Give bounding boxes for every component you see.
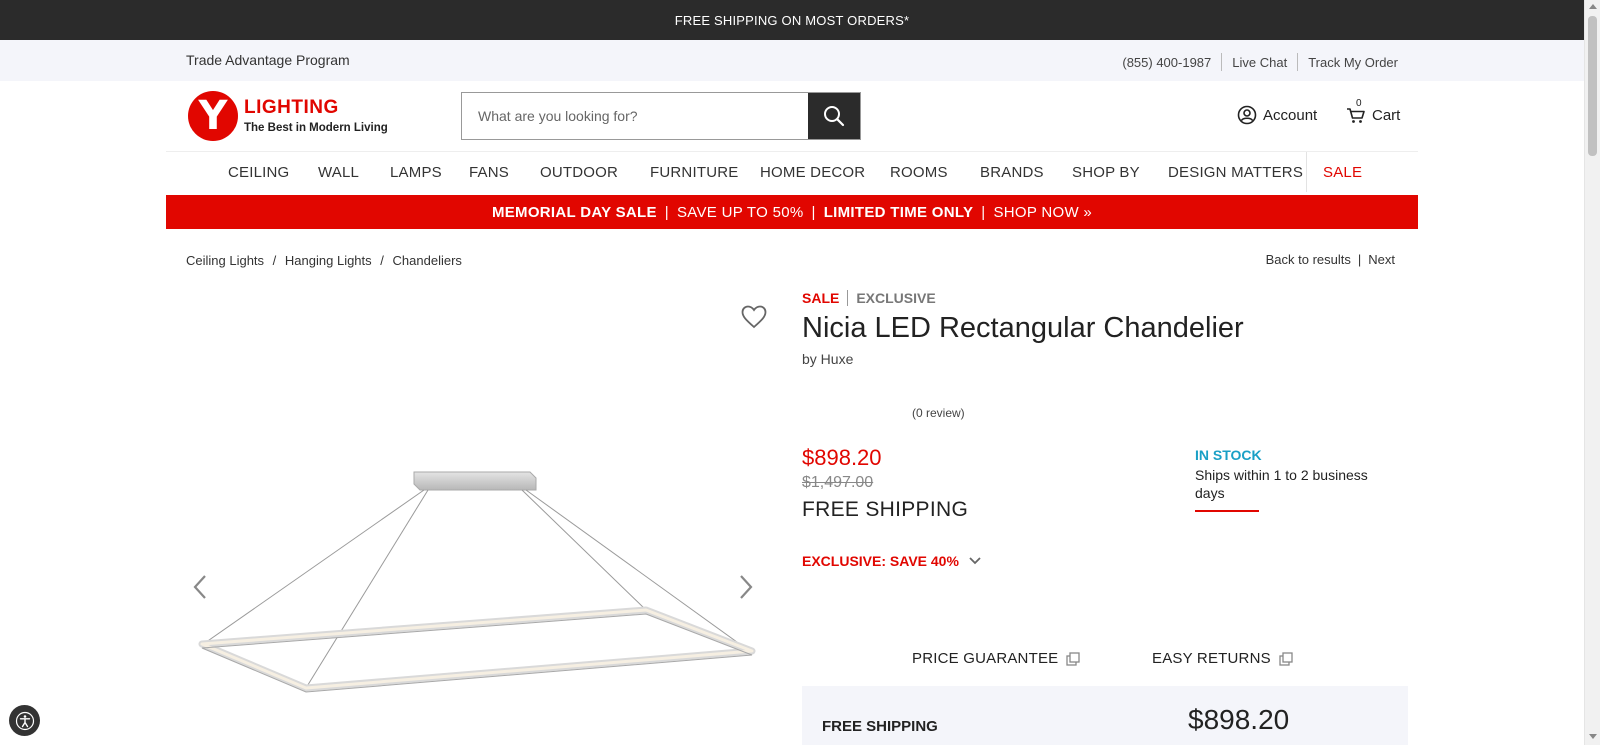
- nav-divider: [1306, 152, 1307, 192]
- nav-item-wall[interactable]: WALL: [318, 164, 359, 181]
- scrollbar-thumb[interactable]: [1588, 16, 1597, 156]
- scroll-down-arrow-icon[interactable]: [1589, 734, 1597, 739]
- memorial-day-promo-banner[interactable]: MEMORIAL DAY SALE | SAVE UP TO 50% | LIM…: [166, 195, 1418, 229]
- nav-item-outdoor[interactable]: OUTDOOR: [540, 164, 618, 181]
- account-link[interactable]: Account: [1237, 105, 1317, 125]
- nav-item-lamps[interactable]: LAMPS: [390, 164, 442, 181]
- cart-count: 0: [1356, 98, 1362, 109]
- breadcrumb-separator: /: [380, 253, 384, 268]
- cart-link[interactable]: 0 Cart: [1346, 98, 1401, 125]
- logo-letter: Y: [198, 93, 228, 139]
- product-tags: SALE EXCLUSIVE: [802, 290, 1408, 306]
- breadcrumb-ceiling-lights[interactable]: Ceiling Lights: [186, 253, 264, 268]
- breadcrumb-chandeliers[interactable]: Chandeliers: [393, 253, 462, 268]
- easy-returns-label: EASY RETURNS: [1152, 650, 1271, 667]
- free-shipping-banner-text: FREE SHIPPING ON MOST ORDERS*: [674, 12, 910, 28]
- promo-divider: |: [981, 203, 986, 221]
- back-to-results-link[interactable]: Back to results: [1266, 252, 1351, 267]
- chevron-down-icon: [969, 557, 981, 565]
- accessibility-icon[interactable]: [9, 705, 40, 736]
- nav-item-brands[interactable]: BRANDS: [980, 164, 1044, 181]
- easy-returns-link[interactable]: EASY RETURNS: [1152, 650, 1293, 667]
- divider: [1221, 53, 1223, 71]
- search-button[interactable]: [808, 93, 860, 139]
- product-image[interactable]: [186, 290, 766, 745]
- ship-time: Ships within 1 to 2 business days: [1195, 467, 1368, 501]
- summary-price: $898.20: [1188, 704, 1290, 735]
- nav-item-shop-by[interactable]: SHOP BY: [1072, 164, 1140, 181]
- search-icon: [824, 106, 845, 127]
- nav-item-fans[interactable]: FANS: [469, 164, 509, 181]
- nav-item-home-decor[interactable]: HOME DECOR: [760, 164, 865, 181]
- promo-discount: SAVE UP TO 50%: [677, 203, 804, 221]
- user-icon: [1237, 105, 1257, 125]
- wishlist-heart-icon[interactable]: [741, 305, 767, 334]
- price-summary-box: FREE SHIPPING $898.20: [802, 686, 1408, 745]
- phone-link[interactable]: (855) 400-1987: [1122, 55, 1211, 70]
- stock-underline: [1195, 510, 1259, 512]
- next-link[interactable]: Next: [1368, 252, 1395, 267]
- site-header: Y LIGHTING The Best in Modern Living Acc…: [0, 81, 1584, 151]
- results-navigation: Back to results | Next: [1266, 252, 1395, 267]
- exclusive-save-label: EXCLUSIVE: SAVE 40%: [802, 553, 959, 569]
- logo-tagline: The Best in Modern Living: [244, 122, 388, 134]
- promo-divider: |: [664, 203, 669, 221]
- exclusive-tag: EXCLUSIVE: [856, 290, 936, 306]
- nav-item-rooms[interactable]: ROOMS: [890, 164, 948, 181]
- logo-name: LIGHTING: [244, 97, 339, 118]
- results-divider: |: [1357, 252, 1362, 267]
- track-order-link[interactable]: Track My Order: [1308, 55, 1398, 70]
- promo-divider: |: [811, 203, 816, 221]
- nav-item-sale[interactable]: SALE: [1323, 164, 1362, 181]
- tag-divider: [847, 290, 849, 306]
- product-info: SALE EXCLUSIVE Nicia LED Rectangular Cha…: [802, 290, 1408, 367]
- search-bar: [461, 92, 861, 140]
- price-guarantee-label: PRICE GUARANTEE: [912, 650, 1059, 667]
- breadcrumb-hanging-lights[interactable]: Hanging Lights: [285, 253, 372, 268]
- sale-price: $898.20: [802, 445, 882, 470]
- free-shipping-banner: FREE SHIPPING ON MOST ORDERS*: [0, 0, 1584, 40]
- divider: [1297, 53, 1299, 71]
- trade-advantage-link[interactable]: Trade Advantage Program: [186, 52, 350, 68]
- price-guarantee-link[interactable]: PRICE GUARANTEE: [912, 650, 1081, 667]
- breadcrumb: Ceiling Lights / Hanging Lights / Chande…: [186, 253, 462, 268]
- scroll-up-arrow-icon[interactable]: [1589, 4, 1597, 9]
- breadcrumb-separator: /: [272, 253, 277, 268]
- next-image-chevron-right-icon[interactable]: [738, 574, 754, 605]
- nav-item-ceiling[interactable]: CEILING: [228, 164, 289, 181]
- ylighting-logo[interactable]: Y LIGHTING The Best in Modern Living: [188, 91, 388, 143]
- promo-shop-now: SHOP NOW »: [993, 203, 1093, 221]
- external-link-icon: [1279, 651, 1293, 666]
- nav-item-furniture[interactable]: FURNITURE: [650, 164, 738, 181]
- exclusive-save-toggle[interactable]: EXCLUSIVE: SAVE 40%: [802, 553, 981, 569]
- cart-icon-wrap: 0: [1346, 98, 1368, 125]
- product-brand[interactable]: by Huxe: [802, 351, 1408, 367]
- search-input[interactable]: [462, 93, 808, 139]
- promo-limited: LIMITED TIME ONLY: [823, 203, 974, 221]
- sale-tag: SALE: [802, 290, 840, 306]
- free-shipping-label: FREE SHIPPING: [802, 498, 969, 521]
- external-link-icon: [1066, 651, 1081, 666]
- product-title: Nicia LED Rectangular Chandelier: [802, 312, 1244, 344]
- cart-label: Cart: [1372, 106, 1401, 124]
- main-nav: CEILING WALL LAMPS FANS OUTDOOR FURNITUR…: [166, 151, 1418, 195]
- original-price: $1,497.00: [802, 474, 874, 491]
- utility-links: (855) 400-1987 Live Chat Track My Order: [1122, 53, 1398, 71]
- prev-image-chevron-left-icon[interactable]: [192, 574, 208, 605]
- summary-free-shipping: FREE SHIPPING: [822, 718, 938, 735]
- account-label: Account: [1263, 106, 1318, 124]
- promo-title: MEMORIAL DAY SALE: [491, 203, 657, 221]
- nav-item-design-matters[interactable]: DESIGN MATTERS: [1168, 164, 1303, 181]
- chandelier-image: [198, 471, 756, 693]
- page-scrollbar[interactable]: [1584, 0, 1600, 745]
- live-chat-link[interactable]: Live Chat: [1232, 55, 1287, 70]
- review-count[interactable]: (0 review): [912, 406, 965, 420]
- stock-info: IN STOCK Ships within 1 to 2 business da…: [1195, 447, 1395, 512]
- stock-status: IN STOCK: [1195, 447, 1262, 463]
- utility-bar: Trade Advantage Program (855) 400-1987 L…: [0, 40, 1584, 81]
